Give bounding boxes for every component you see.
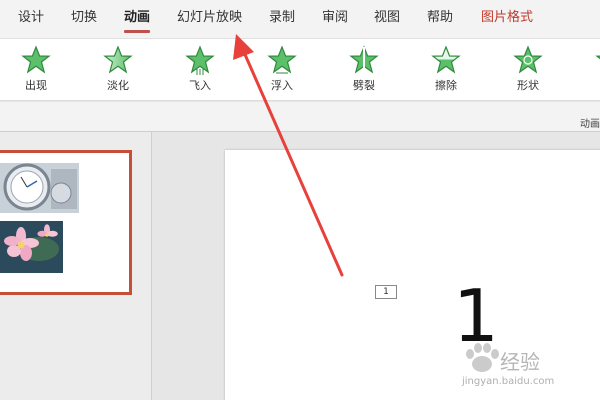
- tab-review[interactable]: 审阅: [322, 0, 348, 38]
- star-faded-icon: [103, 45, 133, 74]
- effect-label: 劈裂: [353, 79, 375, 92]
- watermark-text: 经验: [500, 350, 540, 374]
- ribbon-tab-bar: 设计 切换 动画 幻灯片放映 录制 审阅 视图 帮助 图片格式: [0, 0, 600, 38]
- tab-label: 设计: [18, 10, 45, 25]
- animation-order-tag[interactable]: 1: [375, 285, 397, 299]
- effect-more[interactable]: [580, 45, 600, 95]
- star-icon: [595, 55, 600, 60]
- tab-label: 切换: [71, 10, 98, 25]
- tab-label: 视图: [374, 10, 401, 25]
- watermark: 经验 jingyan.baidu.com: [458, 340, 598, 390]
- effect-label: 飞入: [189, 79, 211, 92]
- slide-thumbnail[interactable]: [0, 150, 132, 295]
- tab-label: 审阅: [322, 10, 349, 25]
- tab-label: 图片格式: [481, 10, 534, 25]
- divider: [0, 101, 600, 102]
- watermark-url: jingyan.baidu.com: [462, 376, 555, 387]
- star-fly-icon: [185, 45, 215, 75]
- tab-help[interactable]: 帮助: [427, 0, 453, 38]
- tab-design[interactable]: 设计: [18, 0, 44, 38]
- effect-wipe[interactable]: 擦除: [416, 45, 476, 95]
- effect-float-in[interactable]: 浮入: [252, 45, 312, 95]
- tab-label: 幻灯片放映: [177, 10, 243, 25]
- effect-label: 淡化: [107, 79, 129, 92]
- group-label-animation: 动画: [580, 119, 600, 130]
- paw-icon: [466, 343, 499, 372]
- slide-thumbnail-pane[interactable]: [0, 132, 152, 400]
- tab-record[interactable]: 录制: [269, 0, 295, 38]
- star-wipe-icon: [431, 45, 461, 74]
- effect-label: 形状: [517, 79, 539, 92]
- tab-label: 帮助: [427, 10, 454, 25]
- effect-split[interactable]: 劈裂: [334, 45, 394, 95]
- tab-transitions[interactable]: 切换: [71, 0, 97, 38]
- effect-fly-in[interactable]: 飞入: [170, 45, 230, 95]
- flower-image: [0, 221, 63, 273]
- tab-animations[interactable]: 动画: [124, 0, 151, 38]
- effect-label: 浮入: [271, 79, 293, 92]
- active-tab-indicator: [124, 30, 151, 33]
- star-shape-icon: [513, 45, 543, 74]
- stopwatch-image: [0, 163, 79, 213]
- effect-label: 出现: [25, 79, 47, 92]
- tab-picture-format[interactable]: 图片格式: [481, 0, 533, 38]
- tab-view[interactable]: 视图: [374, 0, 400, 38]
- effect-label: 擦除: [435, 79, 457, 92]
- tab-label: 动画: [124, 10, 151, 25]
- star-icon: [21, 45, 51, 74]
- star-icon: [267, 45, 297, 74]
- effect-appear[interactable]: 出现: [6, 45, 66, 95]
- tab-label: 录制: [269, 10, 296, 25]
- effect-fade[interactable]: 淡化: [88, 45, 148, 95]
- animation-gallery: 出现 淡化 飞入 浮入 劈裂 擦除 形状: [0, 38, 600, 100]
- star-split-icon: [349, 45, 379, 74]
- effect-shape[interactable]: 形状: [498, 45, 558, 95]
- tab-slide-show[interactable]: 幻灯片放映: [177, 0, 242, 38]
- ribbon-group-bar: 动画: [0, 100, 600, 132]
